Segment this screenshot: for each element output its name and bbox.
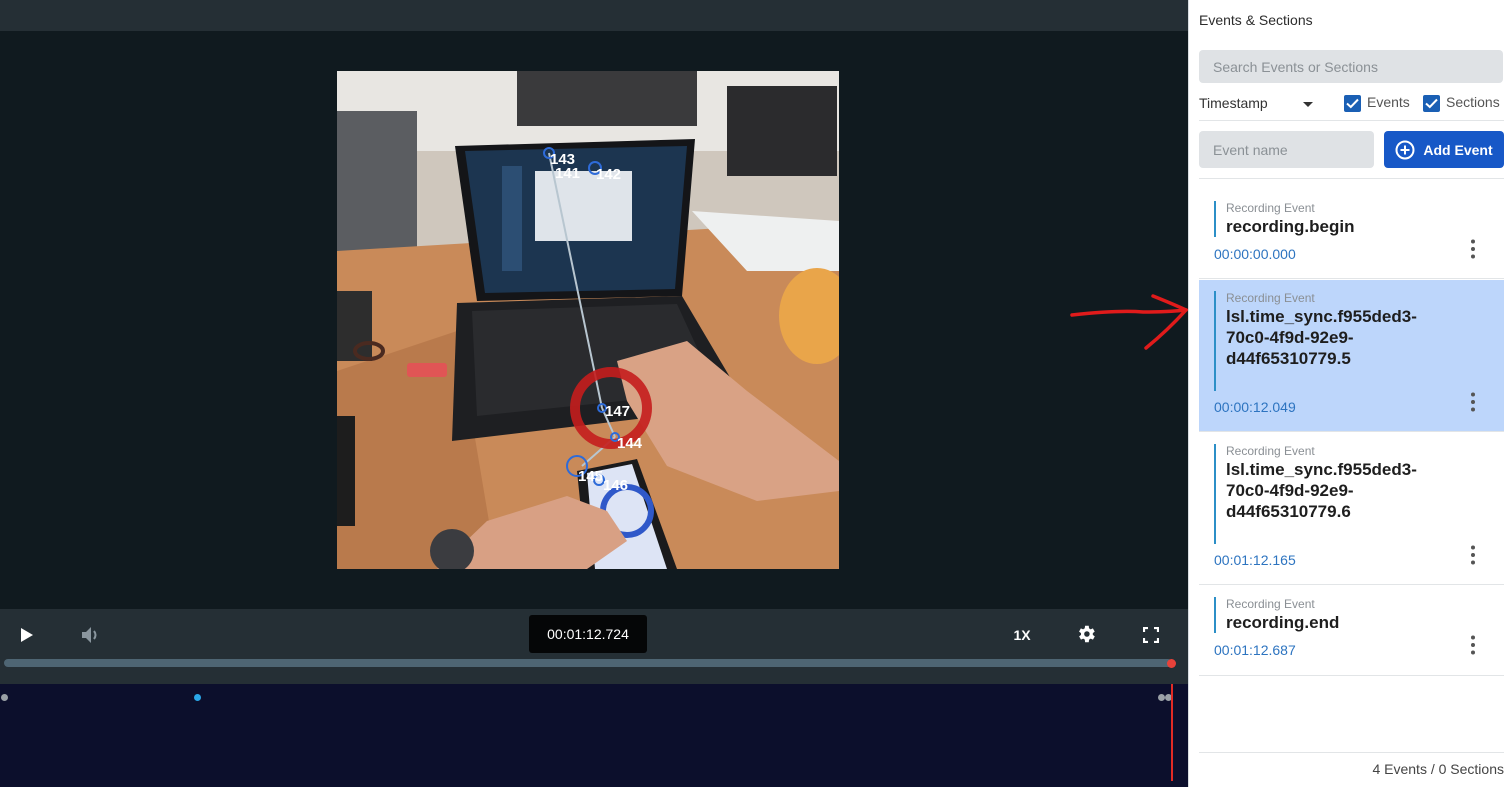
- progress-track[interactable]: [4, 659, 1172, 667]
- more-vertical-icon: [1471, 635, 1475, 655]
- gaze-label: 144: [617, 435, 643, 452]
- current-time-display: 00:01:12.724: [529, 615, 647, 653]
- gaze-label: 147: [605, 403, 630, 420]
- add-event-button[interactable]: Add Event: [1384, 131, 1504, 168]
- events-filter-label: Events: [1367, 94, 1410, 110]
- fullscreen-button[interactable]: [1138, 622, 1164, 648]
- timeline-event-marker[interactable]: [1158, 694, 1165, 701]
- event-accent-bar: [1214, 444, 1216, 544]
- event-accent-bar: [1214, 291, 1216, 391]
- divider: [1199, 178, 1504, 179]
- fullscreen-icon: [1143, 627, 1159, 643]
- checkmark-icon: [1425, 98, 1438, 109]
- timeline-event-marker[interactable]: [1, 694, 8, 701]
- search-input[interactable]: [1199, 50, 1503, 83]
- add-circle-icon: [1395, 140, 1415, 159]
- gear-icon: [1079, 625, 1095, 643]
- player-controls: 00:01:12.724 1X: [0, 609, 1188, 660]
- add-event-label: Add Event: [1423, 141, 1493, 158]
- chevron-down-icon[interactable]: [1303, 102, 1313, 107]
- video-area[interactable]: 143 141 142 147 144 145 146: [0, 31, 1188, 609]
- more-vertical-icon: [1471, 392, 1475, 412]
- event-type-label: Recording Event: [1226, 291, 1315, 305]
- event-more-button[interactable]: [1465, 543, 1481, 567]
- progress-bar[interactable]: [0, 654, 1188, 684]
- more-vertical-icon: [1471, 545, 1475, 565]
- gaze-label: 146: [603, 477, 628, 494]
- video-frame[interactable]: 143 141 142 147 144 145 146: [337, 71, 839, 569]
- event-name-input[interactable]: [1199, 131, 1374, 168]
- gaze-label: 145: [578, 468, 603, 485]
- volume-button[interactable]: [78, 622, 104, 648]
- event-list-item[interactable]: Recording Event recording.begin 00:00:00…: [1199, 190, 1504, 279]
- panel-footer: 4 Events / 0 Sections: [1199, 752, 1504, 788]
- event-name: lsl.time_sync.f955ded3-70c0-4f9d-92e9-d4…: [1226, 460, 1417, 521]
- event-name: recording.end: [1226, 613, 1340, 632]
- filter-row: Timestamp Events Sections: [1199, 92, 1504, 121]
- event-list-item-selected[interactable]: Recording Event lsl.time_sync.f955ded3-7…: [1199, 280, 1504, 432]
- gaze-label: 142: [596, 166, 621, 183]
- event-list-item[interactable]: Recording Event lsl.time_sync.f955ded3-7…: [1199, 433, 1504, 585]
- event-more-button[interactable]: [1465, 633, 1481, 657]
- sections-filter-checkbox[interactable]: [1423, 95, 1440, 112]
- volume-icon: [82, 627, 97, 643]
- event-more-button[interactable]: [1465, 237, 1481, 261]
- event-timestamp[interactable]: 00:01:12.165: [1214, 552, 1296, 568]
- event-more-button[interactable]: [1465, 390, 1481, 414]
- events-sections-count: 4 Events / 0 Sections: [1372, 761, 1504, 777]
- scene-video-image: 143 141 142 147 144 145 146: [337, 71, 839, 569]
- event-list-item[interactable]: Recording Event recording.end 00:01:12.6…: [1199, 586, 1504, 676]
- sort-dropdown[interactable]: Timestamp: [1199, 95, 1268, 111]
- event-name: recording.begin: [1226, 217, 1355, 236]
- event-timestamp[interactable]: 00:00:12.049: [1214, 399, 1296, 415]
- timeline-playhead[interactable]: [1171, 684, 1173, 781]
- settings-button[interactable]: [1073, 621, 1099, 647]
- events-sections-panel: Events & Sections Timestamp Events Secti…: [1188, 0, 1505, 787]
- progress-handle[interactable]: [1167, 659, 1176, 668]
- event-accent-bar: [1214, 201, 1216, 237]
- event-type-label: Recording Event: [1226, 444, 1315, 458]
- red-annotation-arrow: [1070, 294, 1189, 350]
- sections-filter-label: Sections: [1446, 94, 1500, 110]
- event-accent-bar: [1214, 597, 1216, 633]
- more-vertical-icon: [1471, 239, 1475, 259]
- playback-speed-button[interactable]: 1X: [1006, 622, 1038, 648]
- event-timeline[interactable]: [0, 684, 1188, 787]
- event-name: lsl.time_sync.f955ded3-70c0-4f9d-92e9-d4…: [1226, 307, 1417, 368]
- timeline-event-marker[interactable]: [194, 694, 201, 701]
- events-filter-checkbox[interactable]: [1344, 95, 1361, 112]
- event-type-label: Recording Event: [1226, 201, 1315, 215]
- event-timestamp[interactable]: 00:00:00.000: [1214, 246, 1296, 262]
- event-type-label: Recording Event: [1226, 597, 1315, 611]
- panel-title: Events & Sections: [1199, 12, 1313, 28]
- video-player: 143 141 142 147 144 145 146 00:01:12.724…: [0, 0, 1188, 787]
- checkmark-icon: [1346, 98, 1359, 109]
- gaze-label: 141: [555, 165, 580, 182]
- event-timestamp[interactable]: 00:01:12.687: [1214, 642, 1296, 658]
- player-top-bar: [0, 0, 1188, 31]
- play-button[interactable]: [14, 622, 40, 648]
- play-icon: [21, 628, 33, 642]
